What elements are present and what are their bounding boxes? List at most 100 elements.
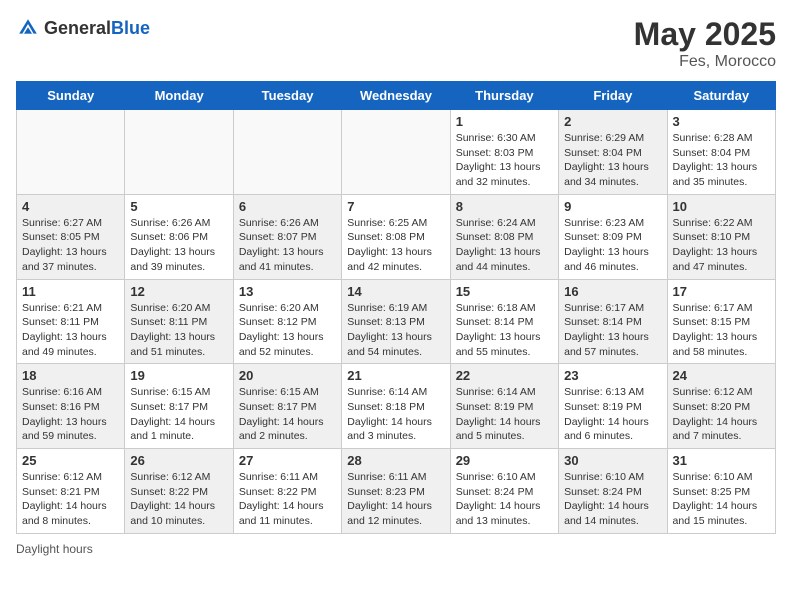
calendar-cell: 26 Sunrise: 6:12 AM Sunset: 8:22 PM Dayli… xyxy=(125,449,233,534)
weekday-header: Tuesday xyxy=(233,82,341,110)
day-number: 6 xyxy=(239,199,336,214)
calendar-cell: 8 Sunrise: 6:24 AM Sunset: 8:08 PM Daylig… xyxy=(450,194,558,279)
calendar-cell: 9Sunrise: 6:23 AM Sunset: 8:09 PM Daylig… xyxy=(559,194,667,279)
day-info: Sunrise: 6:10 AM Sunset: 8:25 PM Dayligh… xyxy=(673,470,770,529)
day-number: 25 xyxy=(22,453,119,468)
day-info: Sunrise: 6:26 AM Sunset: 8:06 PM Dayligh… xyxy=(130,216,227,275)
day-number: 14 xyxy=(347,284,444,299)
day-number: 10 xyxy=(673,199,770,214)
day-number: 31 xyxy=(673,453,770,468)
day-info: Sunrise: 6:17 AM Sunset: 8:15 PM Dayligh… xyxy=(673,301,770,360)
day-info: Sunrise: 6:25 AM Sunset: 8:08 PM Dayligh… xyxy=(347,216,444,275)
day-number: 5 xyxy=(130,199,227,214)
day-info: Sunrise: 6:20 AM Sunset: 8:12 PM Dayligh… xyxy=(239,301,336,360)
calendar-cell xyxy=(233,110,341,195)
title-block: May 2025 Fes, Morocco xyxy=(634,16,776,71)
calendar-cell: 14 Sunrise: 6:19 AM Sunset: 8:13 PM Dayli… xyxy=(342,279,450,364)
day-info: Sunrise: 6:29 AM Sunset: 8:04 PM Dayligh… xyxy=(564,131,661,190)
calendar-cell xyxy=(125,110,233,195)
day-number: 1 xyxy=(456,114,553,129)
calendar-cell xyxy=(342,110,450,195)
calendar-cell: 5 Sunrise: 6:26 AM Sunset: 8:06 PM Daylig… xyxy=(125,194,233,279)
day-number: 21 xyxy=(347,368,444,383)
calendar-cell: 22 Sunrise: 6:14 AM Sunset: 8:19 PM Dayli… xyxy=(450,364,558,449)
calendar-cell: 12Sunrise: 6:20 AM Sunset: 8:11 PM Dayli… xyxy=(125,279,233,364)
day-info: Sunrise: 6:30 AM Sunset: 8:03 PM Dayligh… xyxy=(456,131,553,190)
day-info: Sunrise: 6:24 AM Sunset: 8:08 PM Dayligh… xyxy=(456,216,553,275)
day-number: 4 xyxy=(22,199,119,214)
day-number: 23 xyxy=(564,368,661,383)
day-info: Sunrise: 6:27 AM Sunset: 8:05 PM Dayligh… xyxy=(22,216,119,275)
day-number: 13 xyxy=(239,284,336,299)
location: Fes, Morocco xyxy=(634,53,776,71)
day-number: 18 xyxy=(22,368,119,383)
calendar-cell: 10 Sunrise: 6:22 AM Sunset: 8:10 PM Dayli… xyxy=(667,194,775,279)
day-info: Sunrise: 6:11 AM Sunset: 8:22 PM Dayligh… xyxy=(239,470,336,529)
calendar-cell: 13 Sunrise: 6:20 AM Sunset: 8:12 PM Dayli… xyxy=(233,279,341,364)
calendar-cell: 11Sunrise: 6:21 AM Sunset: 8:11 PM Dayli… xyxy=(17,279,125,364)
day-info: Sunrise: 6:21 AM Sunset: 8:11 PM Dayligh… xyxy=(22,301,119,360)
month-year: May 2025 xyxy=(634,16,776,53)
day-number: 8 xyxy=(456,199,553,214)
day-info: Sunrise: 6:13 AM Sunset: 8:19 PM Dayligh… xyxy=(564,385,661,444)
day-number: 29 xyxy=(456,453,553,468)
day-number: 27 xyxy=(239,453,336,468)
day-info: Sunrise: 6:14 AM Sunset: 8:18 PM Dayligh… xyxy=(347,385,444,444)
day-info: Sunrise: 6:19 AM Sunset: 8:13 PM Dayligh… xyxy=(347,301,444,360)
day-number: 19 xyxy=(130,368,227,383)
calendar-cell: 30Sunrise: 6:10 AM Sunset: 8:24 PM Dayli… xyxy=(559,449,667,534)
calendar-week-row: 18Sunrise: 6:16 AM Sunset: 8:16 PM Dayli… xyxy=(17,364,776,449)
weekday-header: Saturday xyxy=(667,82,775,110)
calendar-cell: 28Sunrise: 6:11 AM Sunset: 8:23 PM Dayli… xyxy=(342,449,450,534)
calendar-cell: 25 Sunrise: 6:12 AM Sunset: 8:21 PM Dayli… xyxy=(17,449,125,534)
calendar-cell: 29 Sunrise: 6:10 AM Sunset: 8:24 PM Dayli… xyxy=(450,449,558,534)
calendar-cell: 21 Sunrise: 6:14 AM Sunset: 8:18 PM Dayli… xyxy=(342,364,450,449)
calendar-week-row: 1 Sunrise: 6:30 AM Sunset: 8:03 PM Daylig… xyxy=(17,110,776,195)
calendar-cell: 16Sunrise: 6:17 AM Sunset: 8:14 PM Dayli… xyxy=(559,279,667,364)
calendar-cell: 23 Sunrise: 6:13 AM Sunset: 8:19 PM Dayli… xyxy=(559,364,667,449)
day-number: 15 xyxy=(456,284,553,299)
day-number: 22 xyxy=(456,368,553,383)
weekday-header: Thursday xyxy=(450,82,558,110)
page-header: GeneralBlue May 2025 Fes, Morocco xyxy=(16,16,776,71)
day-info: Sunrise: 6:12 AM Sunset: 8:20 PM Dayligh… xyxy=(673,385,770,444)
weekday-header: Sunday xyxy=(17,82,125,110)
day-info: Sunrise: 6:22 AM Sunset: 8:10 PM Dayligh… xyxy=(673,216,770,275)
day-info: Sunrise: 6:26 AM Sunset: 8:07 PM Dayligh… xyxy=(239,216,336,275)
calendar-cell: 20Sunrise: 6:15 AM Sunset: 8:17 PM Dayli… xyxy=(233,364,341,449)
day-info: Sunrise: 6:11 AM Sunset: 8:23 PM Dayligh… xyxy=(347,470,444,529)
calendar-cell xyxy=(17,110,125,195)
day-info: Sunrise: 6:28 AM Sunset: 8:04 PM Dayligh… xyxy=(673,131,770,190)
calendar-cell: 19Sunrise: 6:15 AM Sunset: 8:17 PM Dayli… xyxy=(125,364,233,449)
logo-icon xyxy=(16,16,40,40)
logo-general: General xyxy=(44,18,111,38)
day-info: Sunrise: 6:14 AM Sunset: 8:19 PM Dayligh… xyxy=(456,385,553,444)
day-info: Sunrise: 6:12 AM Sunset: 8:22 PM Dayligh… xyxy=(130,470,227,529)
footer-label: Daylight hours xyxy=(16,542,93,556)
day-info: Sunrise: 6:10 AM Sunset: 8:24 PM Dayligh… xyxy=(456,470,553,529)
logo: GeneralBlue xyxy=(16,16,150,40)
weekday-header: Wednesday xyxy=(342,82,450,110)
calendar-table: SundayMondayTuesdayWednesdayThursdayFrid… xyxy=(16,81,776,534)
calendar-cell: 24Sunrise: 6:12 AM Sunset: 8:20 PM Dayli… xyxy=(667,364,775,449)
calendar-cell: 18Sunrise: 6:16 AM Sunset: 8:16 PM Dayli… xyxy=(17,364,125,449)
calendar-header-row: SundayMondayTuesdayWednesdayThursdayFrid… xyxy=(17,82,776,110)
calendar-cell: 15Sunrise: 6:18 AM Sunset: 8:14 PM Dayli… xyxy=(450,279,558,364)
calendar-cell: 17 Sunrise: 6:17 AM Sunset: 8:15 PM Dayli… xyxy=(667,279,775,364)
weekday-header: Monday xyxy=(125,82,233,110)
day-number: 3 xyxy=(673,114,770,129)
weekday-header: Friday xyxy=(559,82,667,110)
calendar-cell: 3 Sunrise: 6:28 AM Sunset: 8:04 PM Daylig… xyxy=(667,110,775,195)
calendar-week-row: 25 Sunrise: 6:12 AM Sunset: 8:21 PM Dayli… xyxy=(17,449,776,534)
calendar-cell: 7Sunrise: 6:25 AM Sunset: 8:08 PM Daylig… xyxy=(342,194,450,279)
day-info: Sunrise: 6:10 AM Sunset: 8:24 PM Dayligh… xyxy=(564,470,661,529)
day-info: Sunrise: 6:20 AM Sunset: 8:11 PM Dayligh… xyxy=(130,301,227,360)
calendar-week-row: 11Sunrise: 6:21 AM Sunset: 8:11 PM Dayli… xyxy=(17,279,776,364)
calendar-cell: 2 Sunrise: 6:29 AM Sunset: 8:04 PM Daylig… xyxy=(559,110,667,195)
day-info: Sunrise: 6:12 AM Sunset: 8:21 PM Dayligh… xyxy=(22,470,119,529)
day-number: 2 xyxy=(564,114,661,129)
day-number: 26 xyxy=(130,453,227,468)
day-number: 17 xyxy=(673,284,770,299)
calendar-cell: 31 Sunrise: 6:10 AM Sunset: 8:25 PM Dayli… xyxy=(667,449,775,534)
calendar-cell: 27 Sunrise: 6:11 AM Sunset: 8:22 PM Dayli… xyxy=(233,449,341,534)
